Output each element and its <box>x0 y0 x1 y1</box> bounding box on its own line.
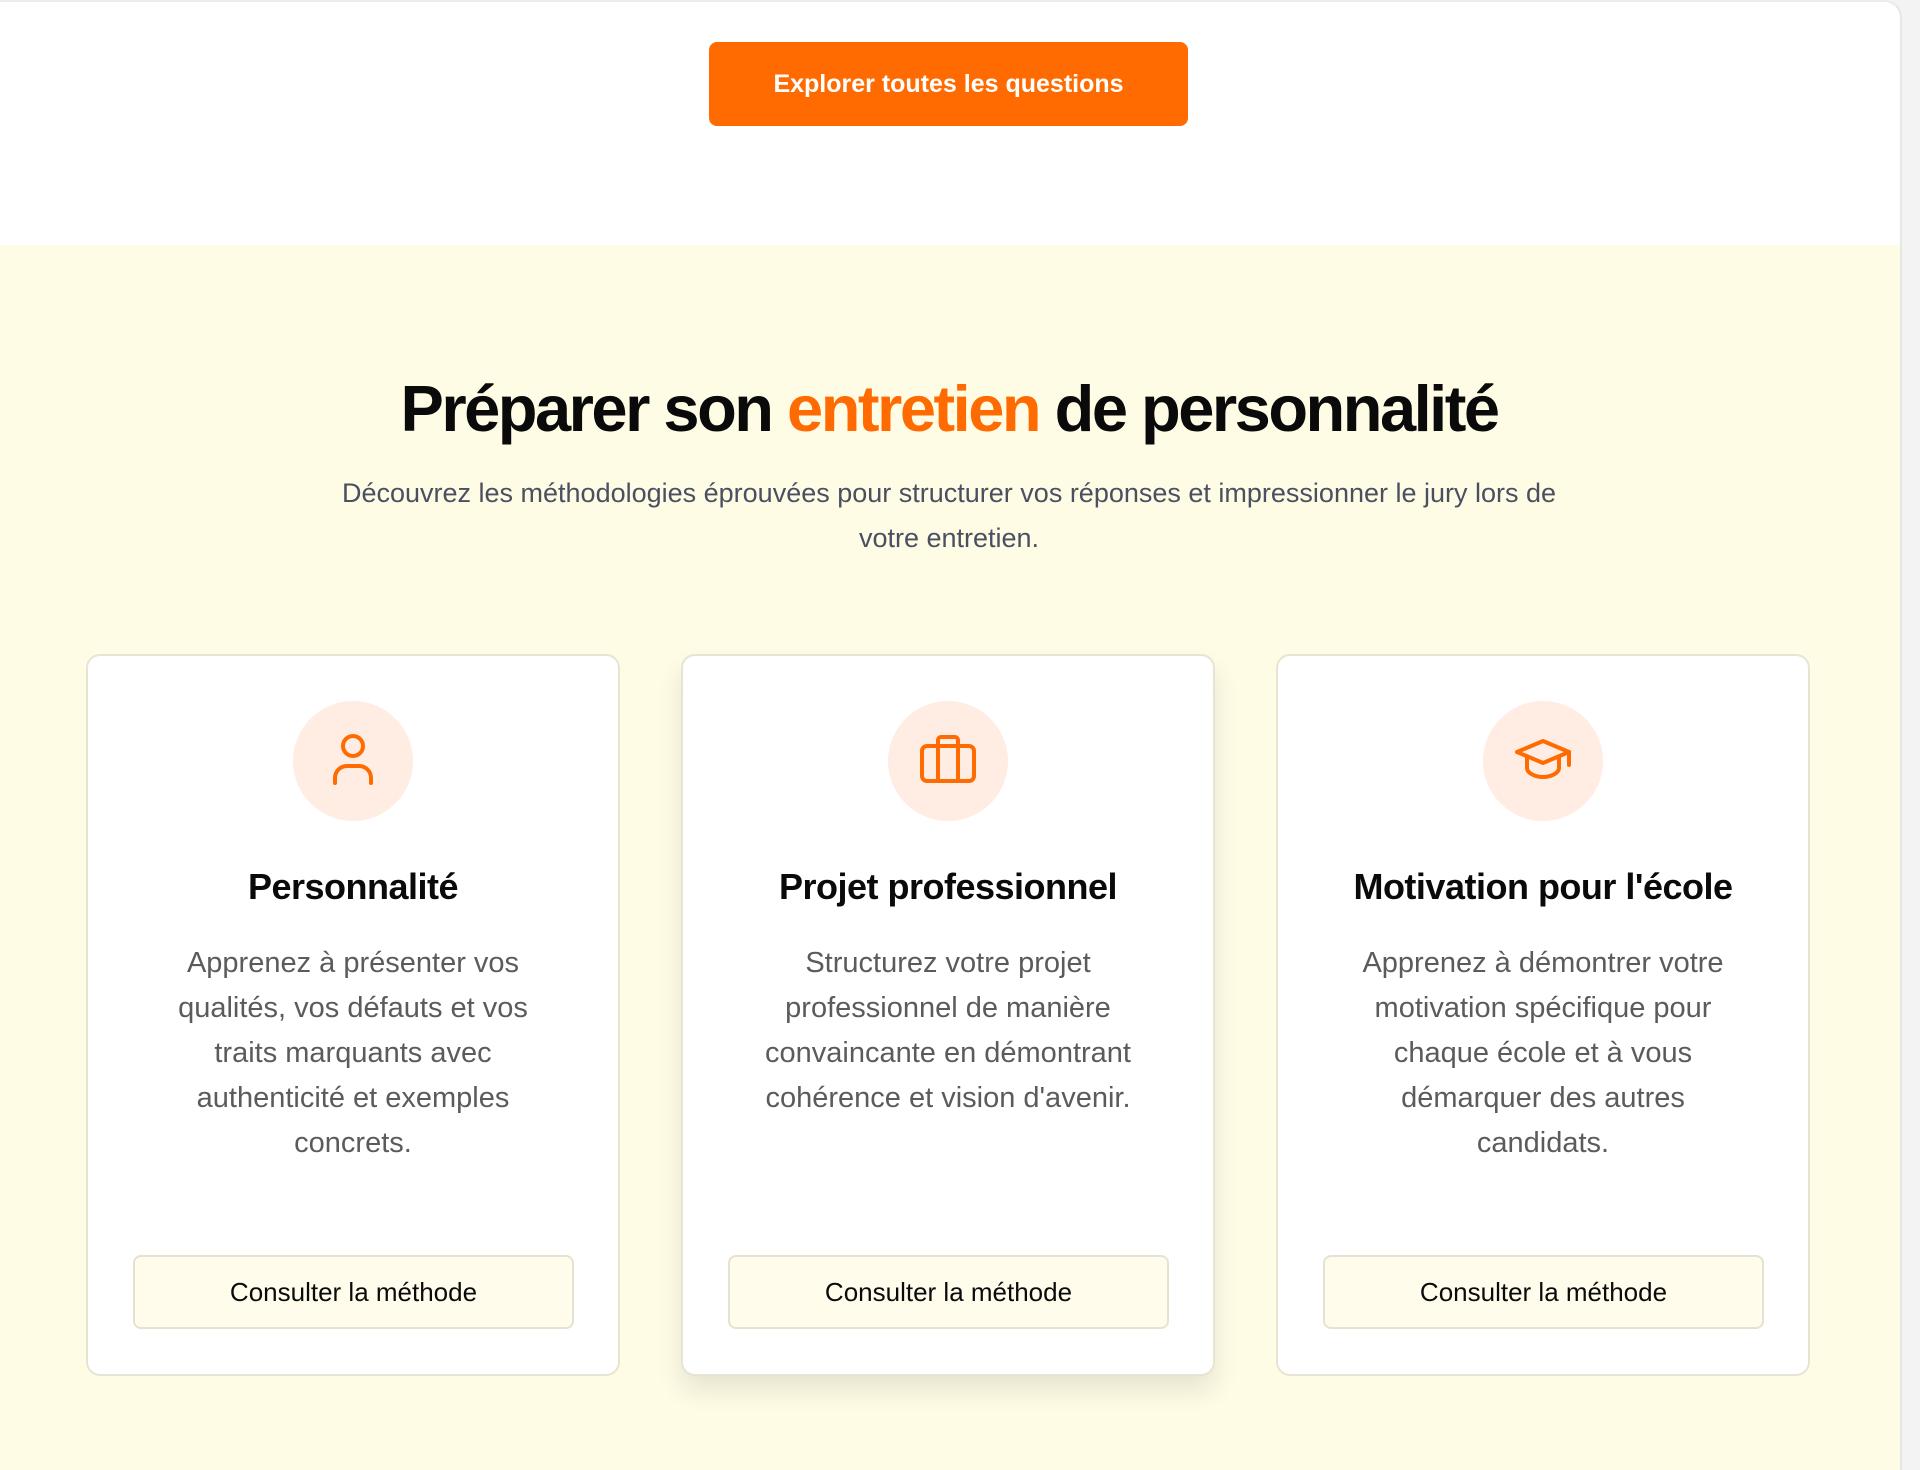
card-title: Personnalité <box>247 866 459 907</box>
card-icon-circle <box>293 701 413 821</box>
graduation-cap-icon <box>1513 735 1573 788</box>
card-icon-circle <box>888 701 1008 821</box>
briefcase-icon <box>918 733 978 790</box>
page-viewport: Explorer toutes les questions Préparer s… <box>0 0 1902 1470</box>
top-section: Explorer toutes les questions <box>0 2 1900 245</box>
user-icon <box>328 731 378 792</box>
consult-method-button[interactable]: Consulter la méthode <box>1323 1255 1764 1329</box>
consult-method-button[interactable]: Consulter la méthode <box>728 1255 1169 1329</box>
heading-part-2: de personnalité <box>1039 372 1500 445</box>
card-title: Motivation pour l'école <box>1353 866 1733 907</box>
card-title: Projet professionnel <box>778 866 1118 907</box>
card-description: Apprenez à démontrer votre motivation sp… <box>1362 947 1724 1159</box>
prep-section: Préparer son entretien de personnalité D… <box>0 245 1900 1470</box>
card-projet-professionnel: Projet professionnel Structurez votre pr… <box>681 654 1215 1376</box>
card-description: Structurez votre projet professionnel de… <box>765 947 1131 1114</box>
card-icon-circle <box>1483 701 1603 821</box>
heading-accent: entretien <box>787 372 1042 445</box>
heading-part-1: Préparer son <box>400 372 788 445</box>
explore-questions-button[interactable]: Explorer toutes les questions <box>709 42 1188 126</box>
consult-method-button[interactable]: Consulter la méthode <box>133 1255 574 1329</box>
card-description: Apprenez à présenter vos qualités, vos d… <box>178 947 528 1159</box>
card-personnalite: Personnalité Apprenez à présenter vos qu… <box>86 654 620 1376</box>
section-subtitle: Découvrez les méthodologies éprouvées po… <box>341 478 1557 553</box>
section-heading: Préparer son entretien de personnalité <box>0 369 1898 449</box>
card-motivation-ecole: Motivation pour l'école Apprenez à démon… <box>1276 654 1810 1376</box>
